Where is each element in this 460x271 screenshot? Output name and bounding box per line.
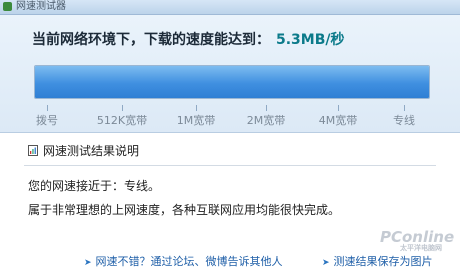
scale-tick [338,105,339,111]
headline: 当前网络环境下，下载的速度能达到： 5.3MB/秒 [32,29,345,49]
speed-bar-fill [35,66,429,98]
scale-label-4m: 4M宽带 [318,114,358,127]
result-title: 网速测试结果说明 [43,144,140,158]
title-bar: 网速测试器 [0,0,460,15]
headline-text: 当前网络环境下，下载的速度能达到： [32,32,270,48]
speed-bar [34,65,430,99]
scale-tick [196,105,197,111]
link-arrow-icon: ➤ [84,258,92,268]
result-summary: 您的网速接近于：专线。 [28,179,161,193]
share-link[interactable]: ➤ 网速不错？通过论坛、微博告诉其他人 [84,253,283,269]
app-icon [3,2,12,11]
scale-tick [404,105,405,111]
scale-label-512k: 512K宽带 [96,114,148,127]
speed-panel: 当前网络环境下，下载的速度能达到： 5.3MB/秒 拨号 512K宽带 1M宽带 … [0,15,460,133]
link-arrow-icon: ➤ [322,258,330,268]
window-title: 网速测试器 [16,1,66,12]
scale-label-dedicated: 专线 [393,114,415,127]
speed-value: 5.3MB/秒 [276,32,345,48]
watermark-logo: PConline 太平洋电脑网 [380,228,460,252]
document-icon [28,145,38,156]
scale-label-dialup: 拨号 [36,114,58,127]
scale-tick [47,105,48,111]
divider [24,165,436,166]
scale-tick [122,105,123,111]
scale-label-1m: 1M宽带 [176,114,216,127]
save-link-label: 测速结果保存为图片 [333,255,433,268]
scale-label-2m: 2M宽带 [246,114,286,127]
result-detail: 属于非常理想的上网速度，各种互联网应用均能很快完成。 [28,203,341,217]
scale-tick [266,105,267,111]
save-image-link[interactable]: ➤ 测速结果保存为图片 [322,253,433,269]
share-link-label: 网速不错？通过论坛、微博告诉其他人 [95,255,283,268]
